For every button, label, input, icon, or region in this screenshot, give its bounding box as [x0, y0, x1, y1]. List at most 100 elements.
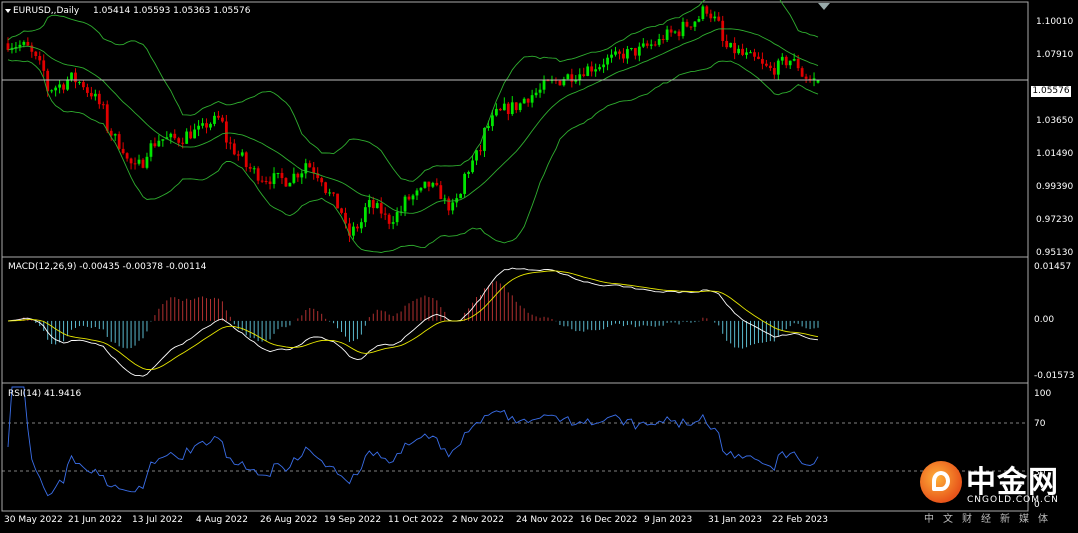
candle-body	[356, 226, 359, 229]
candle-body	[685, 21, 689, 27]
date-label: 4 Aug 2022	[196, 515, 248, 525]
candle-body	[800, 68, 804, 77]
candle-body	[610, 54, 613, 58]
candle-body	[236, 154, 240, 156]
bollinger-bands	[7, 0, 819, 253]
candle-body	[93, 93, 97, 97]
candle-body	[193, 129, 196, 139]
candle-body	[780, 56, 784, 61]
candle-body	[570, 74, 574, 82]
candle-body	[586, 66, 590, 76]
candle-body	[141, 159, 145, 168]
candle-body	[121, 148, 125, 154]
candle-body	[332, 192, 335, 194]
bollinger-lower	[7, 59, 819, 253]
candle-body	[22, 41, 26, 45]
candle-body	[189, 131, 193, 139]
price-tick: 1.01490	[1036, 149, 1074, 159]
price-tick: 1.07910	[1036, 50, 1074, 60]
candle-body	[288, 182, 292, 187]
candle-body	[328, 192, 332, 194]
candle-body	[387, 214, 391, 224]
candle-body	[26, 41, 30, 46]
candle-body	[82, 82, 85, 88]
candle-body	[622, 53, 625, 59]
candle-body	[792, 59, 796, 61]
rsi-line	[7, 386, 819, 497]
candle-body	[145, 156, 149, 168]
candle-body	[336, 193, 339, 209]
candle-body	[657, 38, 661, 45]
chart-shift-icon[interactable]	[818, 3, 830, 10]
candle-body	[228, 142, 232, 144]
candle-body	[205, 123, 208, 128]
candle-body	[729, 42, 733, 48]
candle-body	[649, 44, 653, 46]
candle-body	[538, 89, 542, 93]
candle-body	[50, 90, 54, 92]
candle-body	[526, 98, 530, 103]
candle-body	[653, 44, 657, 46]
candle-body	[296, 173, 300, 178]
candle-body	[248, 167, 252, 169]
date-label: 21 Jun 2022	[68, 515, 123, 525]
symbol-dropdown-icon[interactable]	[5, 9, 11, 13]
candle-body	[590, 66, 594, 72]
candle-body	[157, 140, 161, 147]
candle-body	[320, 178, 324, 183]
candle-body	[772, 68, 776, 75]
candle-body	[558, 80, 562, 86]
candle-body	[693, 21, 697, 27]
candle-body	[169, 133, 173, 138]
rsi-label: RSI(14) 41.9416	[8, 389, 82, 399]
candles-layer	[6, 4, 820, 243]
candle-body	[467, 172, 470, 174]
macd-tick: -0.01573	[1034, 371, 1075, 381]
date-label: 16 Dec 2022	[580, 515, 638, 525]
candle-body	[86, 87, 89, 93]
candle-body	[379, 203, 383, 214]
candle-body	[411, 195, 415, 200]
candle-body	[713, 16, 717, 19]
candle-body	[745, 52, 748, 55]
candle-body	[359, 222, 363, 229]
candle-body	[419, 187, 423, 191]
candle-body	[34, 51, 38, 57]
candle-body	[133, 163, 137, 165]
candle-body	[534, 92, 538, 96]
candle-body	[796, 59, 800, 69]
candle-body	[701, 6, 705, 20]
macd-label: MACD(12,26,9) -0.00435 -0.00378 -0.00114	[8, 262, 207, 272]
candle-body	[113, 134, 117, 136]
candle-body	[284, 178, 288, 187]
candle-body	[6, 43, 10, 50]
bollinger-middle	[7, 28, 819, 214]
candle-body	[788, 60, 792, 66]
candle-body	[383, 213, 387, 215]
candle-body	[224, 121, 228, 143]
date-label: 24 Nov 2022	[516, 515, 574, 525]
candle-body	[304, 163, 308, 174]
candle-body	[681, 21, 685, 37]
candle-body	[506, 103, 510, 115]
candle-body	[367, 200, 371, 208]
candle-body	[776, 60, 780, 75]
candle-body	[753, 52, 756, 57]
candle-body	[403, 196, 407, 212]
candle-body	[268, 181, 272, 184]
logo-icon	[920, 461, 962, 503]
candle-body	[125, 153, 129, 159]
date-label: 13 Jul 2022	[132, 515, 183, 525]
candle-body	[129, 158, 133, 164]
candle-body	[733, 42, 737, 54]
candle-body	[447, 198, 451, 211]
candle-body	[62, 84, 65, 90]
candle-body	[717, 16, 721, 21]
candle-body	[217, 115, 220, 118]
candle-body	[74, 72, 77, 83]
candle-body	[618, 51, 621, 54]
candle-body	[522, 98, 526, 104]
candle-body	[737, 48, 740, 54]
candle-body	[641, 43, 645, 47]
candle-body	[741, 48, 744, 55]
